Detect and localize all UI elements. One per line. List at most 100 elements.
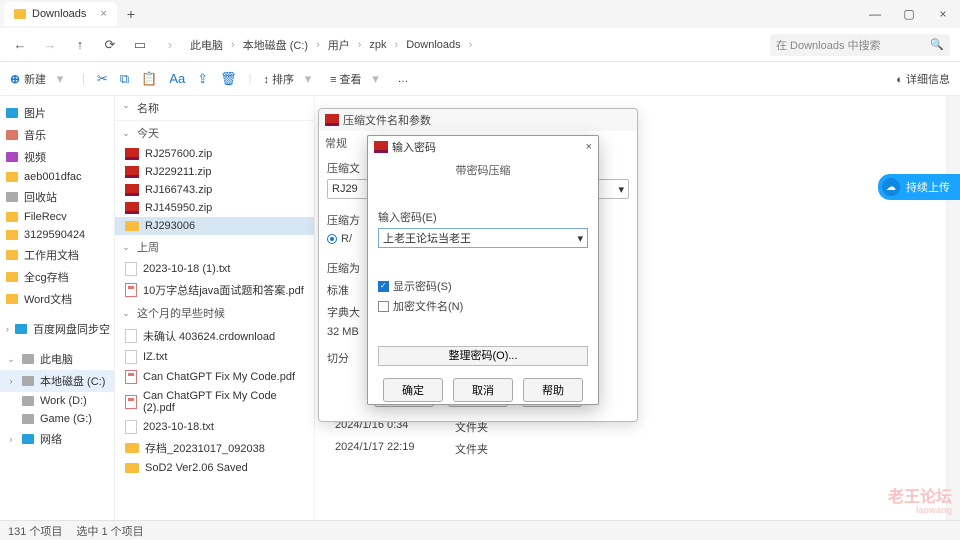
sep: › <box>160 37 180 52</box>
maximize-button[interactable]: ▢ <box>892 7 926 21</box>
up-button[interactable]: ↑ <box>70 37 90 52</box>
sidebar-item[interactable]: 工作用文档 <box>0 244 114 266</box>
cut-button[interactable]: ✂ <box>97 71 108 87</box>
file-item[interactable]: RJ166743.zip <box>115 181 314 199</box>
breadcrumb[interactable]: 此电脑› 本地磁盘 (C:)› 用户› zpk› Downloads› <box>190 37 472 53</box>
sidebar-item-netdisk[interactable]: ›百度网盘同步空 <box>0 318 114 340</box>
file-item[interactable]: IZ.txt <box>115 347 314 367</box>
new-tab-button[interactable]: + <box>127 6 135 22</box>
tab-label: Downloads <box>32 8 86 20</box>
sidebar-item[interactable]: aeb001dfac <box>0 168 114 186</box>
forward-button[interactable]: → <box>40 37 60 52</box>
close-button[interactable]: × <box>926 7 960 21</box>
watermark: 老王论坛 laowang <box>888 489 952 516</box>
window-titlebar: Downloads × + — ▢ × <box>0 0 960 28</box>
view-button[interactable]: ≡ 查看▾ <box>330 71 385 87</box>
close-tab-icon[interactable]: × <box>100 8 106 20</box>
sidebar-item[interactable]: FileRecv <box>0 208 114 226</box>
breadcrumb-part[interactable]: 用户 <box>328 37 350 53</box>
search-icon: 🔍 <box>930 38 944 51</box>
new-button[interactable]: ⊕新建▾ <box>10 71 70 87</box>
address-bar: ← → ↑ ⟳ ▭ › 此电脑› 本地磁盘 (C:)› 用户› zpk› Dow… <box>0 28 960 62</box>
file-item[interactable]: 2023-10-18 (1).txt <box>115 259 314 279</box>
sidebar-item[interactable]: Word文档 <box>0 288 114 310</box>
cloud-icon: ☁ <box>882 178 900 196</box>
group-label: 带密码压缩 <box>368 158 598 182</box>
back-button[interactable]: ← <box>10 37 30 52</box>
chevron-down-icon: ▾ <box>577 232 583 245</box>
pdf-icon <box>125 283 137 297</box>
archive-icon <box>125 148 139 160</box>
share-button[interactable]: ⇪ <box>197 71 208 87</box>
sort-button[interactable]: ↕ 排序▾ <box>264 71 319 87</box>
file-item[interactable]: 10万字总结java面试题和答案.pdf <box>115 279 314 301</box>
encrypt-names-checkbox[interactable]: 加密文件名(N) <box>368 296 598 316</box>
detail-row: 2024/1/17 22:19文件夹 <box>335 438 960 460</box>
sidebar-item-drive[interactable]: Work (D:) <box>0 392 114 410</box>
delete-button[interactable]: 🗑 <box>220 71 237 87</box>
group-lastweek[interactable]: ⌄上周 <box>115 235 314 259</box>
rar-icon <box>374 141 388 153</box>
file-item[interactable]: SoD2 Ver2.06 Saved <box>115 459 314 477</box>
password-dialog: 输入密码 × 带密码压缩 输入密码(E) 上老王论坛当老王▾ 显示密码(S) 加… <box>367 135 599 405</box>
sidebar-item[interactable]: 回收站 <box>0 186 114 208</box>
cancel-button[interactable]: 取消 <box>453 378 513 402</box>
text-icon <box>125 350 137 364</box>
search-placeholder: 在 Downloads 中搜索 <box>776 37 881 53</box>
close-icon[interactable]: × <box>586 141 592 153</box>
more-button[interactable]: … <box>398 73 409 85</box>
tab-general[interactable]: 常规 <box>325 135 347 151</box>
archive-icon <box>125 184 139 196</box>
copy-button[interactable]: ⧉ <box>120 71 129 87</box>
file-item[interactable]: RJ229211.zip <box>115 163 314 181</box>
file-item[interactable]: 2023-10-18.txt <box>115 417 314 437</box>
status-selected: 选中 1 个项目 <box>76 523 143 539</box>
rar-icon <box>325 114 339 126</box>
sidebar-item-drive[interactable]: Game (G:) <box>0 410 114 428</box>
file-item-selected[interactable]: RJ293006 <box>115 217 314 235</box>
upload-pill[interactable]: ☁ 持续上传 <box>878 174 960 200</box>
group-today[interactable]: ⌄今天 <box>115 121 314 145</box>
file-item[interactable]: RJ145950.zip <box>115 199 314 217</box>
breadcrumb-part[interactable]: Downloads <box>406 39 460 51</box>
breadcrumb-part[interactable]: 此电脑 <box>190 37 223 53</box>
dialog-title[interactable]: 输入密码 × <box>368 136 598 158</box>
file-item[interactable]: 存档_20231017_092038 <box>115 437 314 459</box>
details-pane-button[interactable]: ◐ 详细信息 <box>896 71 950 87</box>
file-icon <box>125 329 137 343</box>
minimize-button[interactable]: — <box>858 7 892 21</box>
file-item[interactable]: Can ChatGPT Fix My Code.pdf <box>115 367 314 387</box>
breadcrumb-part[interactable]: 本地磁盘 (C:) <box>243 37 308 53</box>
status-bar: 131 个项目 选中 1 个项目 <box>0 520 960 540</box>
sidebar-item-disk-c[interactable]: ›本地磁盘 (C:) <box>0 370 114 392</box>
ok-button[interactable]: 确定 <box>383 378 443 402</box>
paste-button[interactable]: 📋 <box>141 71 157 87</box>
sidebar-item-network[interactable]: ›网络 <box>0 428 114 450</box>
breadcrumb-part[interactable]: zpk <box>369 39 386 51</box>
dialog-title[interactable]: 压缩文件名和参数 <box>319 109 637 131</box>
column-name[interactable]: ⌄名称 <box>115 96 314 121</box>
sidebar-item[interactable]: 音乐 <box>0 124 114 146</box>
scrollbar[interactable] <box>946 96 960 520</box>
sidebar-item[interactable]: 3129590424 <box>0 226 114 244</box>
sidebar-item[interactable]: 视频 <box>0 146 114 168</box>
show-password-checkbox[interactable]: 显示密码(S) <box>368 276 598 296</box>
rename-button[interactable]: Aa <box>169 71 185 86</box>
file-item[interactable]: Can ChatGPT Fix My Code (2).pdf <box>115 387 314 417</box>
file-item[interactable]: 未确认 403624.crdownload <box>115 325 314 347</box>
group-earlier[interactable]: ⌄这个月的早些时候 <box>115 301 314 325</box>
help-button[interactable]: 帮助 <box>523 378 583 402</box>
organize-passwords-button[interactable]: 整理密码(O)... <box>378 346 588 366</box>
password-input[interactable]: 上老王论坛当老王▾ <box>378 228 588 248</box>
pdf-icon <box>125 370 137 384</box>
sidebar-item[interactable]: 全cg存档 <box>0 266 114 288</box>
sidebar-item[interactable]: 图片 <box>0 102 114 124</box>
sidebar-item-thispc[interactable]: ⌄此电脑 <box>0 348 114 370</box>
file-item[interactable]: RJ257600.zip <box>115 145 314 163</box>
tab-active[interactable]: Downloads × <box>4 2 117 26</box>
status-total: 131 个项目 <box>8 523 62 539</box>
toolbar: ⊕新建▾ | ✂ ⧉ 📋 Aa ⇪ 🗑 | ↕ 排序▾ ≡ 查看▾ … ◐ 详细… <box>0 62 960 96</box>
search-box[interactable]: 在 Downloads 中搜索 🔍 <box>770 34 950 56</box>
monitor-icon[interactable]: ▭ <box>130 37 150 53</box>
refresh-button[interactable]: ⟳ <box>100 37 120 53</box>
